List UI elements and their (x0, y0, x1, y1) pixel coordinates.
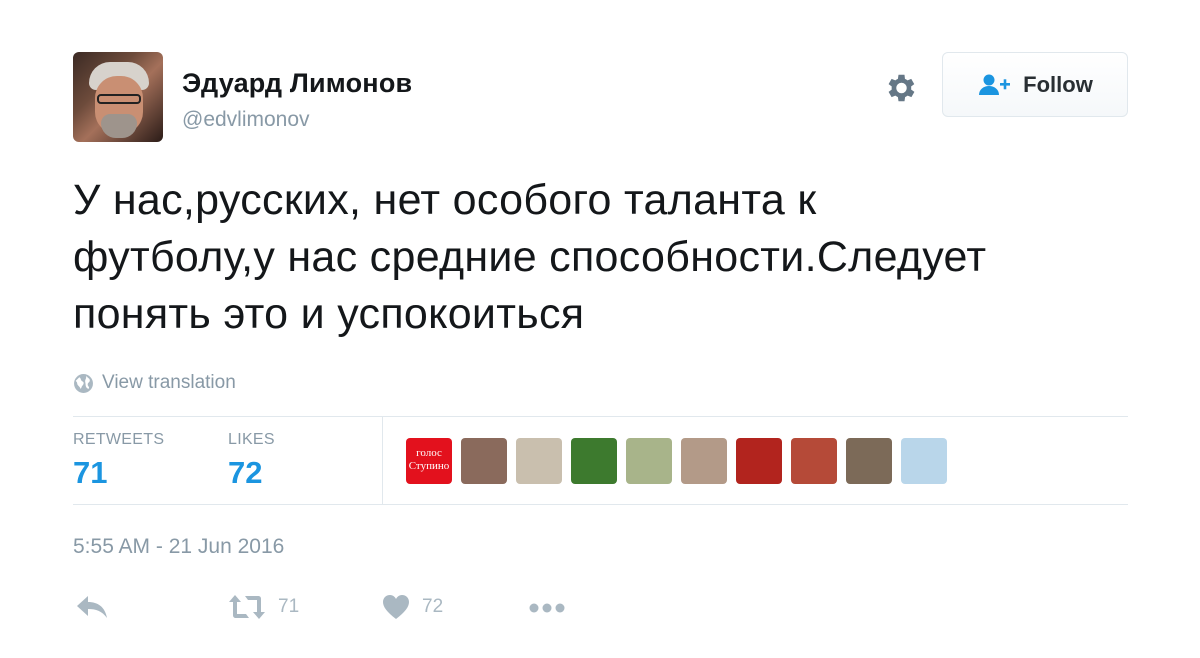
heart-icon (383, 595, 409, 619)
tweet-timestamp[interactable]: 5:55 AM - 21 Jun 2016 (73, 535, 284, 559)
like-count: 72 (422, 596, 444, 617)
retweets-label: RETWEETS (73, 431, 165, 448)
tweet-text: У нас,русских, нет особого таланта к фут… (73, 172, 1153, 343)
retweet-count: 71 (278, 596, 300, 617)
reply-button[interactable] (76, 594, 108, 620)
retweets-stat[interactable]: RETWEETS 71 (73, 431, 164, 491)
avatar-glasses (97, 94, 141, 104)
globe-icon (74, 373, 93, 393)
liker-avatar[interactable] (901, 438, 947, 484)
add-user-icon (979, 74, 1011, 95)
likes-stat[interactable]: LIKES 72 (228, 431, 275, 491)
liker-avatar[interactable] (516, 438, 562, 484)
tweet-line: футболу,у нас средние способности.Следуе… (73, 233, 987, 281)
likes-count: 72 (228, 455, 263, 490)
divider (73, 416, 1128, 417)
retweet-icon (229, 595, 265, 619)
liker-avatar[interactable] (571, 438, 617, 484)
translate-label: View translation (102, 372, 236, 393)
divider (73, 504, 1128, 505)
tweet-line: понять это и успокоиться (73, 290, 585, 338)
like-button[interactable]: 72 (382, 594, 443, 620)
author-avatar[interactable] (73, 52, 163, 142)
liker-avatar[interactable] (791, 438, 837, 484)
view-translation-link[interactable]: View translation (73, 372, 236, 394)
liker-avatar[interactable] (461, 438, 507, 484)
tweet-line: У нас,русских, нет особого таланта к (73, 176, 817, 224)
liker-avatar[interactable] (736, 438, 782, 484)
author-handle[interactable]: @edvlimonov (182, 108, 310, 132)
reply-icon (77, 596, 107, 618)
author-name[interactable]: Эдуард Лимонов (182, 68, 412, 99)
liker-caption: голос Ступино (408, 447, 450, 472)
likers-list: голос Ступино (406, 438, 956, 484)
liker-avatar[interactable] (681, 438, 727, 484)
more-icon (529, 603, 565, 613)
retweet-button[interactable]: 71 (228, 594, 299, 620)
follow-button[interactable]: Follow (942, 52, 1128, 117)
retweets-count: 71 (73, 455, 108, 490)
divider (382, 417, 383, 504)
liker-avatar[interactable]: голос Ступино (406, 438, 452, 484)
liker-avatar[interactable] (626, 438, 672, 484)
more-button[interactable] (528, 602, 566, 614)
likes-label: LIKES (228, 431, 275, 448)
liker-avatar[interactable] (846, 438, 892, 484)
avatar-beard (101, 114, 137, 138)
follow-label: Follow (1023, 71, 1093, 97)
gear-icon[interactable] (882, 70, 918, 106)
